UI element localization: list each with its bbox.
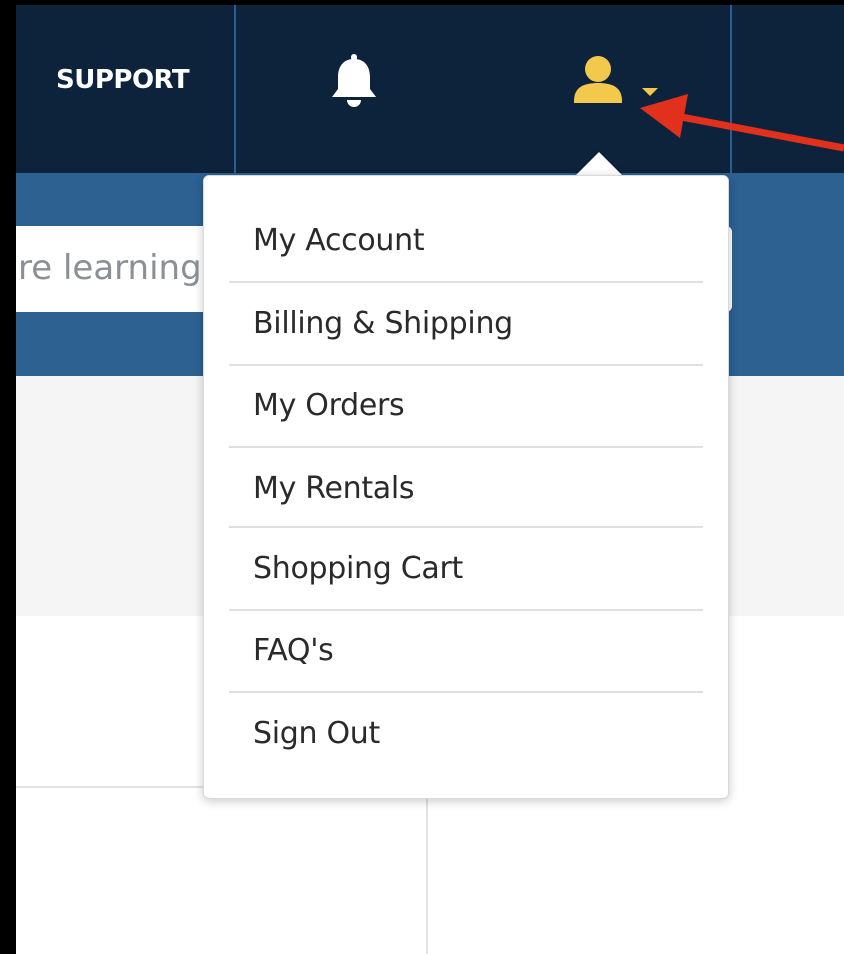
menu-item-label: FAQ's	[253, 632, 334, 668]
bell-icon[interactable]	[328, 53, 380, 109]
menu-item-label: My Orders	[253, 387, 405, 423]
menu-item-shopping-cart[interactable]: Shopping Cart	[229, 527, 703, 609]
menu-item-sign-out[interactable]: Sign Out	[229, 692, 703, 774]
menu-item-label: Shopping Cart	[253, 550, 463, 586]
user-icon[interactable]	[572, 53, 624, 109]
search-text: re learning	[18, 248, 202, 288]
menu-item-label: Sign Out	[253, 715, 380, 751]
screenshot-frame: SUPPORT re learning My Account Billing &…	[0, 0, 844, 954]
menu-item-label: Billing & Shipping	[253, 305, 513, 341]
menu-item-my-rentals[interactable]: My Rentals	[229, 447, 703, 529]
menu-item-my-orders[interactable]: My Orders	[229, 364, 703, 446]
menu-item-faqs[interactable]: FAQ's	[229, 609, 703, 691]
annotation-arrow-icon	[640, 94, 844, 152]
menu-item-my-account[interactable]: My Account	[229, 199, 703, 281]
frame-border-left	[0, 0, 16, 954]
support-link[interactable]: SUPPORT	[56, 65, 190, 95]
card-divider	[426, 786, 428, 954]
menu-item-label: My Rentals	[253, 470, 415, 506]
menu-item-billing-shipping[interactable]: Billing & Shipping	[229, 282, 703, 364]
dropdown-pointer	[575, 152, 623, 176]
nav-divider	[234, 5, 236, 173]
menu-item-label: My Account	[253, 222, 425, 258]
account-dropdown-menu: My Account Billing & Shipping My Orders …	[203, 175, 729, 799]
